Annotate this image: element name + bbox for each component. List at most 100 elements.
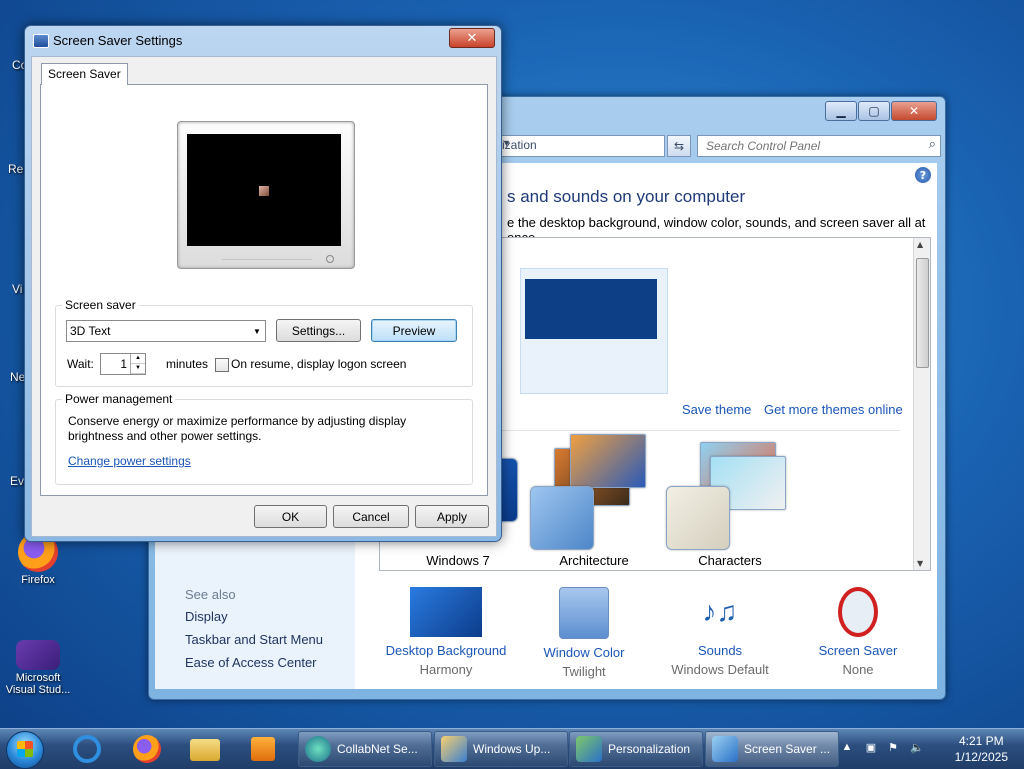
clock-date: 1/12/2025 — [954, 750, 1008, 764]
task-label: Personalization — [608, 742, 691, 756]
task-label: Screen Saver ... — [744, 742, 831, 756]
windows-update-icon — [441, 736, 467, 762]
search-input[interactable] — [704, 138, 918, 154]
desktop-icon-label-recycle-bin[interactable]: Re — [8, 162, 23, 176]
address-bar[interactable]: ization ▼ — [499, 135, 665, 157]
dialog-body: Screen Saver Screen saver 3D Text ▼ Sett… — [31, 56, 497, 537]
screen-saver-select[interactable]: 3D Text ▼ — [66, 320, 266, 342]
wait-minutes-spinner[interactable]: 1 ▲ ▼ — [100, 353, 146, 375]
refresh-button[interactable]: ⇆ — [667, 135, 691, 157]
preview-monitor — [177, 121, 355, 269]
apply-button[interactable]: Apply — [415, 505, 489, 528]
theme-label-architecture[interactable]: Architecture — [534, 553, 654, 568]
desktop-icon-label-virtual[interactable]: Vi — [12, 282, 22, 296]
window-color-value: Twilight — [562, 664, 606, 679]
firefox-taskbar-icon[interactable] — [130, 733, 164, 765]
tab-panel: Screen saver 3D Text ▼ Settings... Previ… — [40, 84, 488, 496]
desktop-background-label[interactable]: Desktop Background — [381, 643, 511, 658]
monitor-power-icon — [326, 255, 334, 263]
volume-muted-icon[interactable]: 🔈 — [910, 741, 924, 755]
themes-scrollbar[interactable]: ▲ ▼ — [913, 238, 930, 570]
media-player-icon[interactable] — [246, 733, 280, 765]
monitor-bezel — [222, 259, 312, 264]
desktop-icon-label-event[interactable]: Ev — [10, 474, 24, 488]
see-also-ease-of-access-link[interactable]: Ease of Access Center — [185, 655, 317, 670]
visual-studio-icon — [16, 640, 60, 670]
cancel-button[interactable]: Cancel — [333, 505, 409, 528]
spin-up-icon[interactable]: ▲ — [131, 354, 145, 364]
desktop-background-icon — [410, 587, 482, 637]
preview-button[interactable]: Preview — [371, 319, 457, 342]
see-also-display-link[interactable]: Display — [185, 609, 228, 624]
wait-minutes-value: 1 — [120, 357, 127, 371]
show-hidden-icons-icon[interactable]: ▲ — [840, 741, 854, 755]
sounds-label[interactable]: Sounds — [655, 643, 785, 658]
get-more-themes-link[interactable]: Get more themes online — [764, 402, 903, 417]
minutes-label: minutes — [166, 357, 209, 371]
resume-logon-checkbox[interactable] — [215, 358, 229, 372]
screen-saver-settings-icon — [33, 34, 49, 48]
sounds-item[interactable]: ♪♫ Sounds Windows Default — [655, 587, 785, 677]
screen-saver-item[interactable]: Screen Saver None — [793, 587, 923, 677]
task-personalization[interactable]: Personalization — [569, 731, 703, 767]
scrollbar-thumb[interactable] — [916, 258, 929, 368]
screen-saver-label[interactable]: Screen Saver — [793, 643, 923, 658]
task-collabnet[interactable]: CollabNet Se... — [298, 731, 432, 767]
settings-button[interactable]: Settings... — [276, 319, 361, 342]
chevron-down-icon[interactable]: ▼ — [502, 138, 660, 148]
minimize-button[interactable]: ▁ — [825, 101, 857, 121]
architecture-photo — [570, 434, 646, 488]
window-color-icon — [559, 587, 609, 639]
screen-saver-task-icon — [712, 736, 738, 762]
action-center-flag-icon[interactable]: ⚑ — [886, 741, 900, 755]
maximize-button[interactable]: ▢ — [858, 101, 890, 121]
task-screen-saver[interactable]: Screen Saver ... — [705, 731, 839, 767]
clock-time: 4:21 PM — [958, 734, 1004, 748]
window-color-item[interactable]: Window Color Twilight — [519, 587, 649, 679]
see-also-taskbar-link[interactable]: Taskbar and Start Menu — [185, 632, 323, 647]
theme-preview-image — [525, 279, 657, 339]
sounds-icon: ♪♫ — [702, 596, 738, 627]
start-button[interactable] — [6, 731, 44, 769]
page-title: s and sounds on your computer — [507, 187, 746, 206]
window-controls: ▁ ▢ ✕ — [824, 101, 937, 121]
sounds-value: Windows Default — [671, 662, 769, 677]
theme-label-windows7[interactable]: Windows 7 — [398, 553, 518, 568]
chevron-down-icon[interactable]: ▼ — [249, 321, 265, 341]
clock[interactable]: 4:21 PM 1/12/2025 — [955, 733, 1008, 765]
desktop-background-value: Harmony — [419, 662, 473, 677]
desktop-background-item[interactable]: Desktop Background Harmony — [381, 587, 511, 677]
close-icon: ✕ — [908, 104, 920, 118]
personalization-icon — [576, 736, 602, 762]
ok-button[interactable]: OK — [254, 505, 327, 528]
tab-screen-saver[interactable]: Screen Saver — [41, 63, 128, 85]
theme-thumbnail-characters[interactable] — [666, 486, 730, 550]
network-icon[interactable]: ▣ — [864, 741, 878, 755]
desktop-icon-label: Firefox — [21, 574, 55, 586]
collabnet-icon — [305, 736, 331, 762]
theme-thumbnail-architecture[interactable] — [530, 486, 594, 550]
theme-label-characters[interactable]: Characters — [670, 553, 790, 568]
file-explorer-icon[interactable] — [188, 733, 222, 765]
search-icon[interactable]: ⌕ — [929, 137, 936, 152]
refresh-icon: ⇆ — [673, 139, 685, 153]
power-management-text: Conserve energy or maximize performance … — [68, 414, 407, 443]
resume-logon-label[interactable]: On resume, display logon screen — [231, 357, 406, 371]
internet-explorer-icon[interactable] — [70, 733, 104, 765]
dialog-close-button[interactable]: ✕ — [449, 28, 495, 48]
my-theme-unsaved[interactable] — [520, 268, 668, 394]
search-box[interactable]: ⌕ — [697, 135, 941, 157]
spin-down-icon[interactable]: ▼ — [131, 364, 145, 374]
task-windows-update[interactable]: Windows Up... — [434, 731, 568, 767]
windows-logo-icon — [17, 741, 33, 757]
close-button[interactable]: ✕ — [891, 101, 937, 121]
change-power-settings-link[interactable]: Change power settings — [68, 454, 191, 468]
window-color-label[interactable]: Window Color — [519, 645, 649, 660]
scroll-down-icon[interactable]: ▼ — [917, 559, 923, 568]
dialog-title: Screen Saver Settings — [53, 33, 183, 48]
scroll-up-icon[interactable]: ▲ — [917, 240, 923, 249]
save-theme-link[interactable]: Save theme — [682, 402, 751, 417]
help-icon[interactable]: ? — [915, 167, 931, 183]
power-management-group-label: Power management — [62, 392, 176, 406]
desktop-icon-visual-studio[interactable]: Microsoft Visual Stud... — [2, 640, 74, 696]
